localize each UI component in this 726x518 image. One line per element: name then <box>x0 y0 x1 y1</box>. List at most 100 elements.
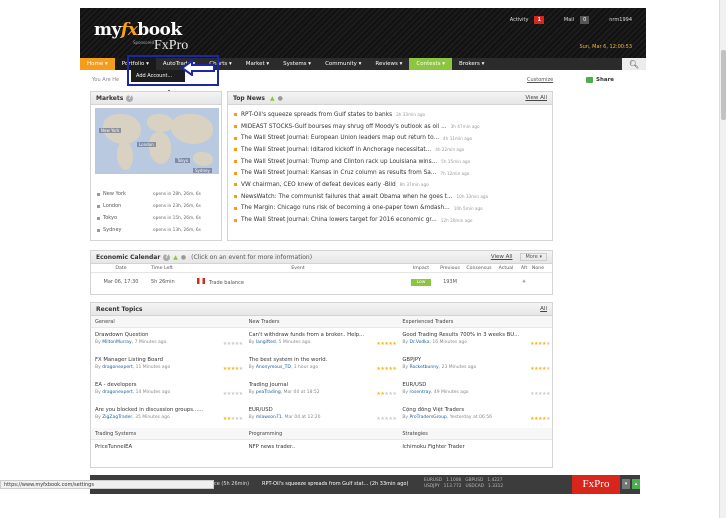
nav-home[interactable]: Home ▾ <box>80 58 115 70</box>
market-opens: opens in 23h, 26m, 6s <box>153 203 201 209</box>
topic-title[interactable]: Good Trading Results 700% in 3 weeks BU.… <box>402 332 548 338</box>
topic-author[interactable]: rosentray <box>410 390 432 395</box>
topic-title[interactable]: GBPJPY <box>402 357 548 363</box>
news-headline[interactable]: VW chairman, CEO knew of defeat devices … <box>241 182 396 188</box>
nav-systems[interactable]: Systems ▾ <box>276 58 318 70</box>
nav-reviews[interactable]: Reviews ▾ <box>368 58 409 70</box>
news-headline[interactable]: The Wall Street Journal: Iditarod kickof… <box>241 147 431 153</box>
alert-bell-icon[interactable]: ♠ <box>517 279 531 285</box>
topic-title[interactable]: Ichimoku Fighter Trader <box>402 444 548 450</box>
activity-label[interactable]: Activity <box>510 17 529 23</box>
news-item[interactable]: The Wall Street Journal: Iditarod kickof… <box>234 144 546 156</box>
nav-community[interactable]: Community ▾ <box>318 58 368 70</box>
calendar-event-row[interactable]: Mar 06, 17:30 5h 26min Trade balance Low… <box>91 273 552 290</box>
ticker-fxpro-logo[interactable]: FxPro <box>572 475 620 494</box>
username-link[interactable]: nrm1994 <box>609 17 632 23</box>
news-item[interactable]: The Wall Street Journal: Trump and Clint… <box>234 156 546 168</box>
news-item[interactable]: MIDEAST STOCKS-Gulf bourses may shrug of… <box>234 121 546 133</box>
android-icon[interactable]: ▲ <box>173 254 178 261</box>
topic-author[interactable]: ZigZagTrader <box>102 415 132 420</box>
topic-title[interactable]: Trading Journal <box>249 382 395 388</box>
topic-title[interactable]: Are you blocked in discussion groups....… <box>95 407 241 413</box>
topic-title[interactable]: Drawdown Question <box>95 332 241 338</box>
sponsor-logo[interactable]: FxPro <box>154 38 188 54</box>
topic-title[interactable]: EUR/USD <box>402 382 548 388</box>
news-headline[interactable]: RPT-Oil's squeeze spreads from Gulf stat… <box>241 112 392 118</box>
mail-label[interactable]: Mail <box>564 17 574 23</box>
topic-author[interactable]: peaTrading <box>256 390 281 395</box>
bullet-icon <box>234 113 237 117</box>
help-icon[interactable]: ? <box>126 94 134 102</box>
bullet-icon <box>234 183 237 187</box>
android-icon[interactable]: ▲ <box>270 95 275 102</box>
news-item[interactable]: The Wall Street Journal: Kansas in Cruz … <box>234 167 546 179</box>
apple-icon[interactable]: ● <box>278 95 283 102</box>
news-headline[interactable]: The Wall Street Journal: European Union … <box>241 135 439 141</box>
topic-category-header[interactable]: Strategies <box>398 428 552 440</box>
news-headline[interactable]: The Margin: Chicago runs risk of becomin… <box>241 205 450 211</box>
myfxbook-logo[interactable]: myfxbook <box>94 20 182 40</box>
news-item[interactable]: NewsWatch: The communist failures that a… <box>234 191 546 203</box>
top-news-view-all[interactable]: View All <box>525 95 547 101</box>
help-icon[interactable]: ? <box>163 253 171 261</box>
expand-icon[interactable]: ▴ <box>632 479 640 489</box>
topic-author[interactable]: Rocketbunny <box>410 365 439 370</box>
topic-category-header[interactable]: General <box>91 316 245 328</box>
topic-title[interactable]: EA - developers <box>95 382 241 388</box>
customize-link[interactable]: Customize <box>527 77 553 83</box>
news-item[interactable]: The Wall Street Journal: China lowers ta… <box>234 214 546 226</box>
page-scrollbar[interactable] <box>719 0 726 518</box>
topic-item: NFP news trader.. <box>245 440 399 465</box>
news-headline[interactable]: MIDEAST STOCKS-Gulf bourses may shrug of… <box>241 124 447 130</box>
scrollbar-thumb[interactable] <box>721 50 726 120</box>
recent-topics-all-link[interactable]: All <box>540 306 547 312</box>
news-item[interactable]: The Margin: Chicago runs risk of becomin… <box>234 203 546 215</box>
col-alt: Alt <box>520 265 528 271</box>
topic-author[interactable]: dragonexpert <box>102 390 133 395</box>
server-datetime: Sun, Mar 6, 12:00:53 <box>579 44 632 50</box>
topic-item: FX Manager Listing Board By dragonexpert,… <box>91 353 245 378</box>
collapse-icon[interactable]: ▾ <box>622 479 630 489</box>
topic-category-header[interactable]: New Traders <box>244 316 399 328</box>
activity-count-badge[interactable]: 1 <box>534 16 544 24</box>
news-item[interactable]: VW chairman, CEO knew of defeat devices … <box>234 179 546 191</box>
nav-brokers[interactable]: Brokers ▾ <box>452 58 491 70</box>
topic-title[interactable]: FX Manager Listing Board <box>95 357 241 363</box>
bullet-icon <box>234 125 237 129</box>
topic-title[interactable]: Can't withdraw funds from a broker.. Hel… <box>249 332 395 338</box>
nav-contests[interactable]: Contests ▾ <box>409 58 453 70</box>
news-headline[interactable]: The Wall Street Journal: Trump and Clint… <box>241 159 437 165</box>
topic-title[interactable]: EUR/USD <box>249 407 395 413</box>
ticker-calendar-note[interactable]: ce (5h 26min) <box>214 481 249 487</box>
topic-author[interactable]: MiltonMurray <box>102 340 132 345</box>
topic-author[interactable]: mlawson71 <box>256 415 282 420</box>
mail-count-badge[interactable]: 0 <box>580 16 590 24</box>
topic-author[interactable]: ProTradersGroup <box>410 415 447 420</box>
topic-when: , Mar 04 at 18:52 <box>280 390 320 395</box>
calendar-more-button[interactable]: More ▾ <box>520 253 547 261</box>
calendar-view-all[interactable]: View All <box>491 254 513 260</box>
topic-title[interactable]: NFP news trader.. <box>249 444 395 450</box>
topic-category-header[interactable]: Experienced Traders <box>398 316 552 328</box>
topic-title[interactable]: Cộng đồng Việt Traders <box>402 407 548 413</box>
flag-icon <box>197 277 205 284</box>
topic-meta: By Dr.Vodka, 16 Minutes ago <box>402 340 468 345</box>
share-button[interactable]: Share <box>586 77 614 83</box>
nav-market[interactable]: Market ▾ <box>239 58 276 70</box>
news-headline[interactable]: The Wall Street Journal: China lowers ta… <box>241 217 437 223</box>
news-headline[interactable]: NewsWatch: The communist failures that a… <box>241 194 453 200</box>
ticker-news[interactable]: RPT-Oil's squeeze spreads from Gulf stat… <box>262 481 408 487</box>
news-headline[interactable]: The Wall Street Journal: Kansas in Cruz … <box>241 170 436 176</box>
news-item[interactable]: RPT-Oil's squeeze spreads from Gulf stat… <box>234 109 546 121</box>
apple-icon[interactable]: ● <box>181 254 186 261</box>
topic-category-header[interactable]: Trading Systems <box>91 428 245 440</box>
search-icon[interactable]: 🔍︎ <box>622 58 646 70</box>
news-item[interactable]: The Wall Street Journal: European Union … <box>234 132 546 144</box>
topic-author[interactable]: Dr.Vodka <box>410 340 430 345</box>
topic-title[interactable]: PriceTunnelEA <box>95 444 241 450</box>
topic-author[interactable]: dragonexpert <box>102 365 133 370</box>
topic-category-header[interactable]: Programming <box>244 428 399 440</box>
topic-title[interactable]: The best system in the world. <box>249 357 395 363</box>
topic-author[interactable]: langifted <box>256 340 276 345</box>
topic-author[interactable]: Anonymous_TD <box>256 365 291 370</box>
